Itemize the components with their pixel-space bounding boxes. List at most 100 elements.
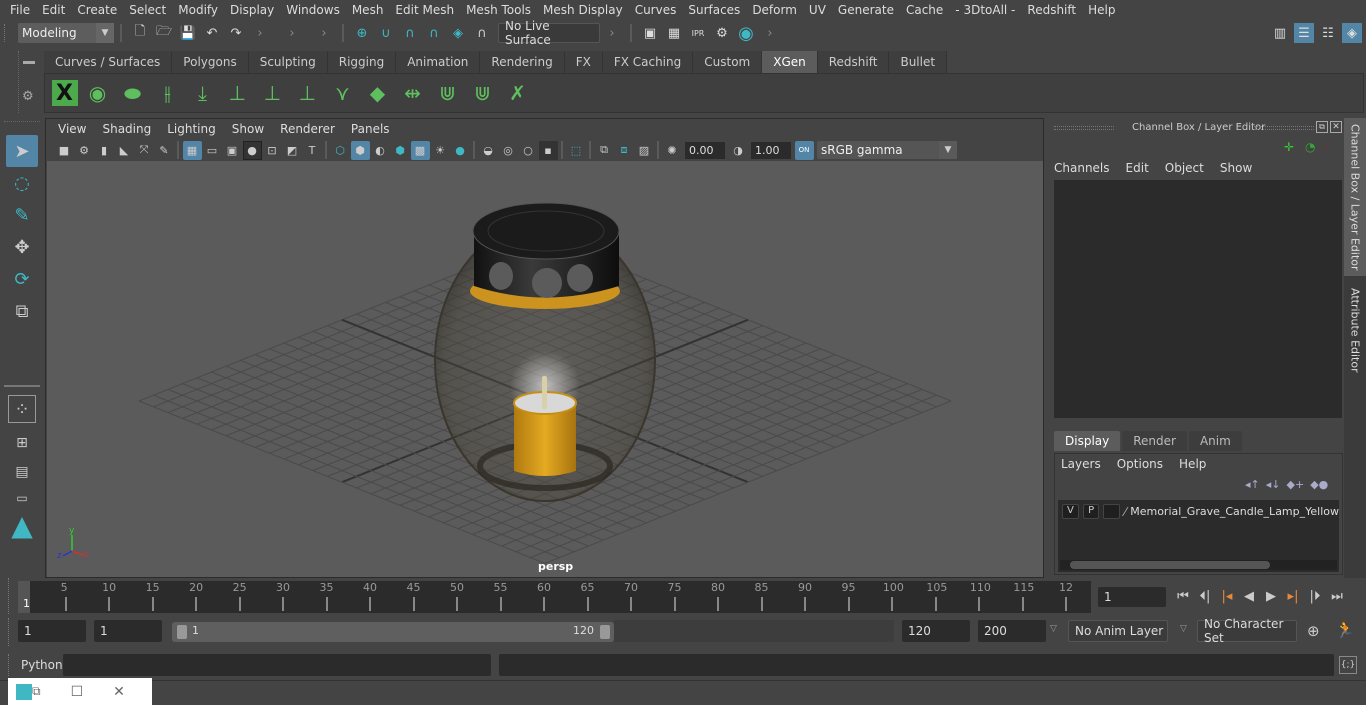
color-management-toggle[interactable]: ON <box>794 140 814 160</box>
shadows-icon[interactable]: ☀ <box>431 141 450 160</box>
channel-menu-object[interactable]: Object <box>1165 161 1204 175</box>
viewport-menu-lighting[interactable]: Lighting <box>159 122 224 136</box>
menu-help[interactable]: Help <box>1082 3 1121 17</box>
snap-magnet-icon[interactable]: ∩ <box>472 23 492 43</box>
open-scene-icon[interactable]: 🗁 <box>154 23 174 43</box>
command-language-label[interactable]: Python <box>21 658 63 672</box>
tool-settings-icon[interactable]: ☷ <box>1318 23 1338 43</box>
drag-handle[interactable] <box>8 654 18 676</box>
xgen-lock-guides-icon[interactable]: ⊥ <box>293 78 323 108</box>
xgen-clear-preview-icon[interactable]: ⬬ <box>118 78 148 108</box>
render-icon[interactable]: ▦ <box>664 23 684 43</box>
drag-handle[interactable] <box>4 24 16 42</box>
manipulator-icon[interactable]: ✛ <box>1284 140 1294 154</box>
shelf-tab-curves-surfaces[interactable]: Curves / Surfaces <box>44 51 173 73</box>
select-camera-icon[interactable]: ⬚ <box>567 141 586 160</box>
playback-end-field[interactable]: 120 <box>902 620 970 642</box>
wireframe-on-shaded-icon[interactable]: ◐ <box>371 141 390 160</box>
safe-title-icon[interactable]: T <box>303 141 322 160</box>
grease-pencil-icon[interactable]: ✎ <box>155 141 174 160</box>
snap-point-icon[interactable]: ∩ <box>400 23 420 43</box>
menu-uv[interactable]: UV <box>803 3 832 17</box>
maximize-icon[interactable]: ☐ <box>71 684 84 700</box>
undo-icon[interactable]: ↶ <box>202 23 222 43</box>
float-panel-icon[interactable]: ⧉ <box>1316 121 1328 133</box>
smooth-shade-icon[interactable]: ⬢ <box>350 140 370 160</box>
mode-dropdown[interactable]: Modeling ▼ <box>18 23 114 43</box>
tab-channel-box[interactable]: Channel Box / Layer Editor <box>1344 118 1366 276</box>
start-frame-field[interactable]: 1 <box>18 620 86 642</box>
step-forward-frame-icon[interactable]: |⏵ <box>1306 587 1324 605</box>
viewport-menu-show[interactable]: Show <box>224 122 272 136</box>
menu-generate[interactable]: Generate <box>832 3 900 17</box>
channel-menu-edit[interactable]: Edit <box>1126 161 1149 175</box>
xgen-split-guide-icon[interactable]: ⋎ <box>328 78 358 108</box>
attribute-editor-icon[interactable]: ☰ <box>1294 23 1314 43</box>
exposure-field[interactable]: 0.00 <box>685 141 725 159</box>
menu-mesh-display[interactable]: Mesh Display <box>537 3 629 17</box>
layer-menu-help[interactable]: Help <box>1179 457 1206 471</box>
collapse-arrow-icon[interactable]: › <box>250 23 270 43</box>
use-all-lights-icon[interactable]: ▩ <box>410 140 430 160</box>
backface-culling-icon[interactable]: ⧈ <box>615 141 634 160</box>
menu-cache[interactable]: Cache <box>900 3 949 17</box>
shelf-tab-fx[interactable]: FX <box>564 51 603 73</box>
channel-list[interactable] <box>1054 180 1342 418</box>
animation-prefs-icon[interactable]: 🏃 <box>1335 620 1355 639</box>
shelf-tab-rigging[interactable]: Rigging <box>327 51 397 73</box>
xgen-show-guides-icon[interactable]: ⊥ <box>258 78 288 108</box>
channel-menu-channels[interactable]: Channels <box>1054 161 1110 175</box>
layer-tab-render[interactable]: Render <box>1122 431 1187 451</box>
command-input[interactable] <box>63 654 491 676</box>
exposure-icon[interactable]: ✺ <box>663 141 682 160</box>
layer-tab-anim[interactable]: Anim <box>1188 431 1242 451</box>
menu-create[interactable]: Create <box>71 3 123 17</box>
current-frame-field[interactable]: 1 <box>1098 587 1166 607</box>
shelf-tab-fx-caching[interactable]: FX Caching <box>602 51 694 73</box>
image-plane-icon[interactable]: ◣ <box>115 141 134 160</box>
scale-tool-icon[interactable]: ⧉ <box>6 295 38 327</box>
graph-layout-icon[interactable]: ▭ <box>6 487 38 509</box>
xgen-place-guides-icon[interactable]: ⤓ <box>188 78 218 108</box>
snap-live-icon[interactable]: ◈ <box>448 23 468 43</box>
shelf-tab-polygons[interactable]: Polygons <box>172 51 249 73</box>
close-icon[interactable]: ✕ <box>113 684 125 700</box>
shelf-menu-icon[interactable] <box>23 61 35 64</box>
viewport-menu-view[interactable]: View <box>50 122 94 136</box>
menu-curves[interactable]: Curves <box>629 3 683 17</box>
step-back-key-icon[interactable]: |◂ <box>1218 587 1236 605</box>
layer-name[interactable]: Memorial_Grave_Candle_Lamp_Yellow <box>1130 505 1339 518</box>
wireframe-icon[interactable]: ⬡ <box>331 141 350 160</box>
render-view-icon[interactable]: ▣ <box>640 23 660 43</box>
menu-surfaces[interactable]: Surfaces <box>682 3 746 17</box>
xgen-editor-icon[interactable]: X <box>51 80 78 106</box>
shelf-tab-redshift[interactable]: Redshift <box>817 51 890 73</box>
script-editor-icon[interactable]: {;} <box>1339 656 1357 674</box>
restore-icon[interactable]: ⧉ <box>32 684 41 699</box>
play-backwards-icon[interactable]: ◀ <box>1240 587 1258 605</box>
xgen-add-guide-icon[interactable]: ⊥ <box>223 78 253 108</box>
viewport-menu-panels[interactable]: Panels <box>343 122 398 136</box>
menu-mesh-tools[interactable]: Mesh Tools <box>460 3 537 17</box>
redo-icon[interactable]: ↷ <box>226 23 246 43</box>
safe-action-icon[interactable]: ◩ <box>283 141 302 160</box>
range-start-handle[interactable] <box>177 625 187 639</box>
snap-curve-icon[interactable]: ∪ <box>376 23 396 43</box>
close-icon[interactable]: ✕ <box>1330 121 1342 133</box>
menu-mesh[interactable]: Mesh <box>346 3 390 17</box>
xgen-preview-icon[interactable]: ◉ <box>83 78 113 108</box>
isolate-select-icon[interactable]: ○ <box>519 141 538 160</box>
viewport-menu-renderer[interactable]: Renderer <box>272 122 343 136</box>
film-gate-icon[interactable]: ▭ <box>203 141 222 160</box>
shelf-tab-sculpting[interactable]: Sculpting <box>248 51 328 73</box>
menu-display[interactable]: Display <box>224 3 280 17</box>
save-scene-icon[interactable]: 💾 <box>178 23 198 43</box>
go-to-end-icon[interactable]: ⏭ <box>1328 587 1346 605</box>
image-icon[interactable]: ▨ <box>635 141 654 160</box>
channel-box-icon[interactable]: ◈ <box>1342 23 1362 43</box>
menu-edit-mesh[interactable]: Edit Mesh <box>389 3 460 17</box>
rotate-tool-icon[interactable]: ⟳ <box>6 263 38 295</box>
horizontal-scrollbar[interactable] <box>1060 560 1337 570</box>
menu-edit[interactable]: Edit <box>36 3 71 17</box>
visibility-toggle[interactable]: V <box>1062 504 1079 519</box>
